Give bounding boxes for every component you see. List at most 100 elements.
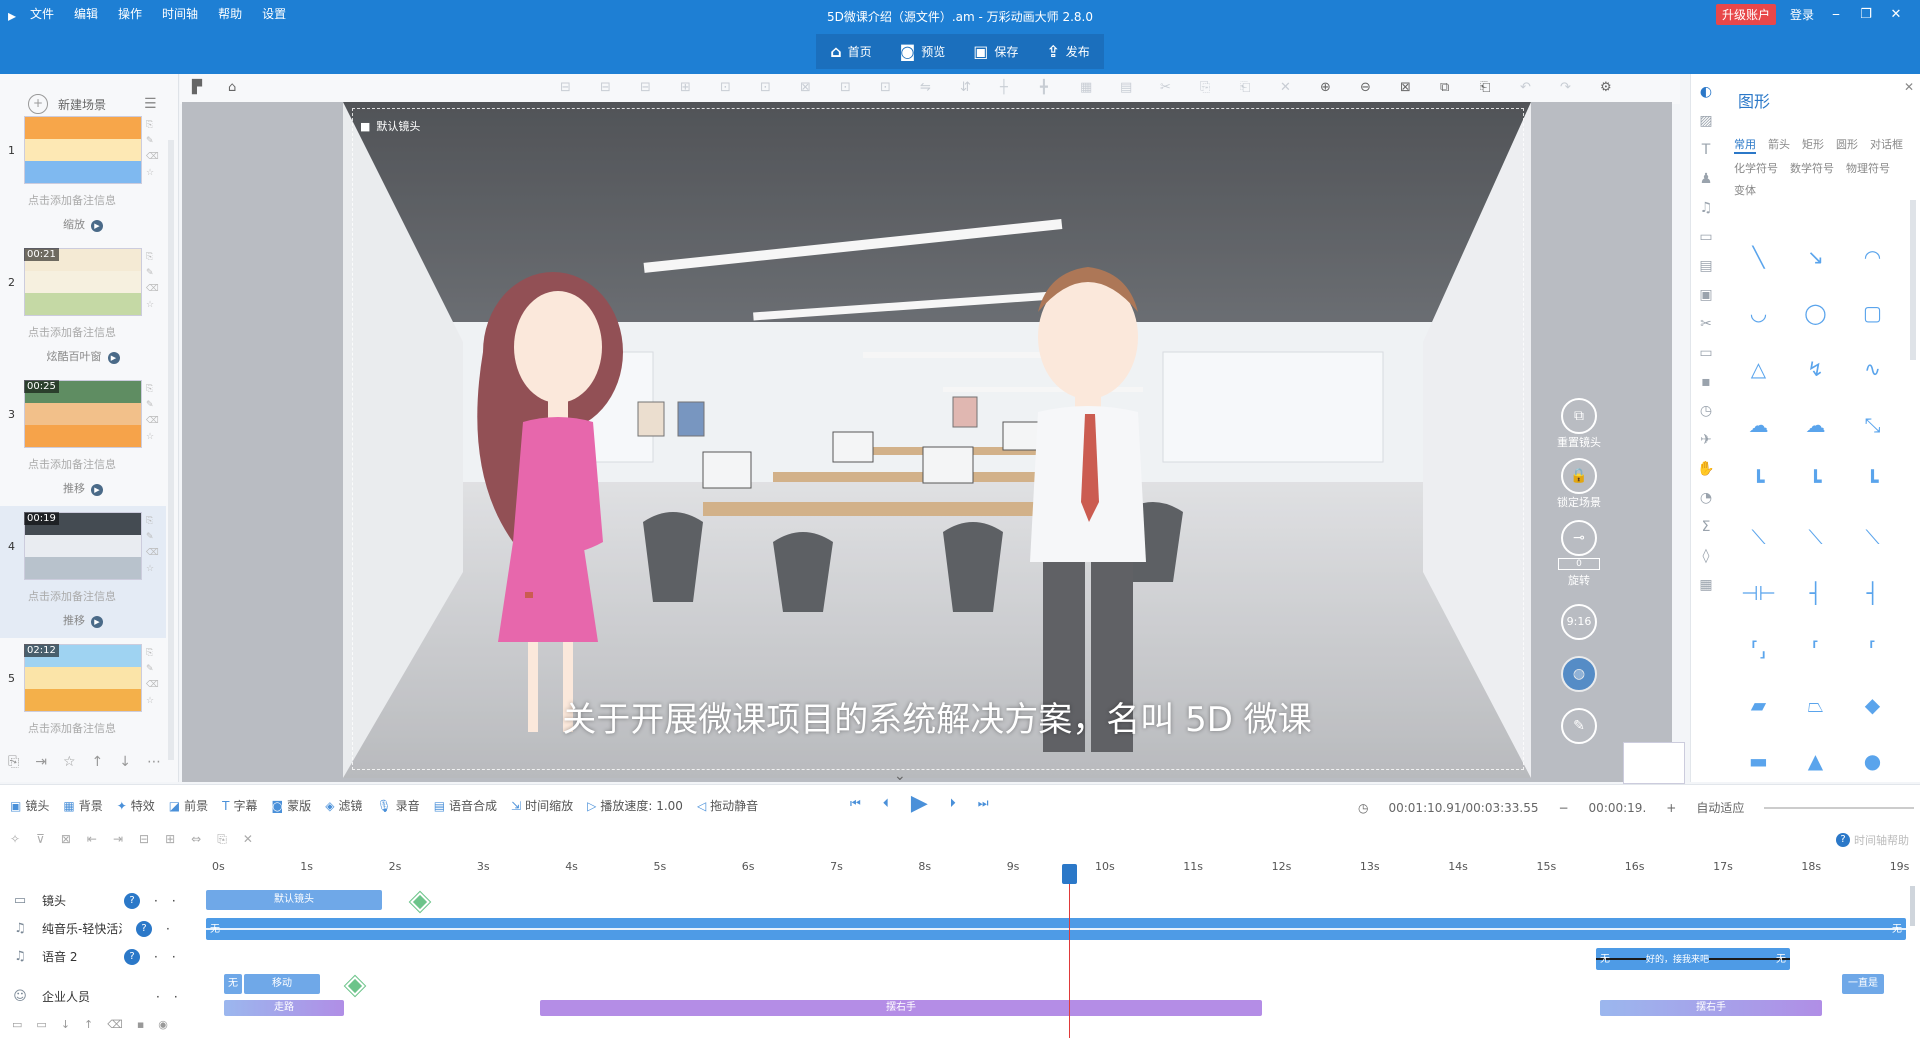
- camera-clip[interactable]: 默认镜头: [206, 890, 382, 910]
- timeline-help[interactable]: ? 时间轴帮助: [1836, 832, 1909, 848]
- login-button[interactable]: 登录: [1790, 6, 1814, 23]
- tool-category-icon[interactable]: ✂: [1700, 316, 1712, 332]
- scene-note[interactable]: 点击添加备注信息: [28, 192, 116, 208]
- edit-icon[interactable]: ✎: [146, 136, 159, 146]
- collapse-timeline-icon[interactable]: ⌄: [894, 768, 906, 784]
- shape-item[interactable]: ⤡: [1844, 408, 1901, 442]
- track-visibility-icon[interactable]: ·: [166, 922, 170, 936]
- move-track-up-icon[interactable]: ↑: [84, 1018, 93, 1031]
- gesture-category-icon[interactable]: ✋: [1697, 461, 1714, 477]
- tab-arrow[interactable]: 箭头: [1768, 136, 1790, 154]
- menu-settings[interactable]: 设置: [262, 5, 286, 22]
- track-visibility-icon[interactable]: ·: [154, 894, 158, 908]
- merge-icon[interactable]: ⊞: [165, 832, 175, 847]
- copy-icon[interactable]: ⎘: [146, 120, 159, 130]
- frame-icon[interactable]: ▛: [192, 80, 202, 95]
- foreground-tool[interactable]: ◪ 前景: [169, 797, 208, 814]
- zoom-out-icon[interactable]: ⊖: [1360, 80, 1371, 95]
- rotate-value[interactable]: 0: [1558, 558, 1600, 570]
- shape-item[interactable]: ▬: [1730, 744, 1787, 778]
- home-view-icon[interactable]: ⌂: [228, 80, 236, 95]
- move-icon[interactable]: ⇔: [191, 832, 201, 847]
- shape-item[interactable]: ⸢⸥: [1730, 632, 1787, 666]
- move-up-icon[interactable]: ↑: [92, 754, 104, 770]
- clock-category-icon[interactable]: ◷: [1700, 403, 1712, 419]
- zoom-minus-icon[interactable]: −: [1558, 801, 1568, 815]
- upgrade-account-button[interactable]: 升级账户: [1715, 4, 1776, 25]
- tab-chemistry[interactable]: 化学符号: [1734, 160, 1778, 176]
- delete-icon[interactable]: ⌫: [146, 416, 159, 426]
- scene-note[interactable]: 点击添加备注信息: [28, 456, 116, 472]
- save-category-icon[interactable]: ▪: [1701, 374, 1711, 390]
- folder-category-icon[interactable]: ▭: [1699, 345, 1712, 361]
- play-transition-icon[interactable]: ▶: [91, 616, 103, 628]
- favorite-scene-icon[interactable]: ☆: [63, 754, 76, 770]
- align-start-icon[interactable]: ⇤: [87, 832, 97, 847]
- scene-transition[interactable]: 缩放 ▶: [0, 216, 166, 232]
- delete-icon[interactable]: ⌫: [146, 680, 159, 690]
- background-tool[interactable]: ▦ 背景: [63, 797, 102, 814]
- plane-category-icon[interactable]: ✈: [1700, 432, 1712, 448]
- ungroup-icon[interactable]: ⊡: [880, 80, 891, 95]
- shape-item[interactable]: ◯: [1787, 296, 1844, 330]
- play-transition-icon[interactable]: ▶: [91, 220, 103, 232]
- star-icon[interactable]: ☆: [146, 168, 159, 178]
- scene-thumbnail[interactable]: [24, 116, 142, 184]
- add-track-icon[interactable]: ▭: [12, 1018, 22, 1031]
- flip-h-icon[interactable]: ⇋: [920, 80, 931, 95]
- lock-element-icon[interactable]: ⊠: [800, 80, 811, 95]
- menu-file[interactable]: 文件: [30, 5, 54, 22]
- star-icon[interactable]: ☆: [146, 300, 159, 310]
- filter-tool[interactable]: ◈ 滤镜: [325, 797, 362, 814]
- mute-tool[interactable]: ◁ 拖动静音: [697, 797, 758, 814]
- tab-math[interactable]: 数学符号: [1790, 160, 1834, 176]
- camera-tool[interactable]: ▣ 镜头: [10, 797, 49, 814]
- play-transition-icon[interactable]: ▶: [91, 484, 103, 496]
- track-lock-icon[interactable]: ·: [172, 894, 176, 908]
- folder-track-icon[interactable]: ▭: [36, 1018, 46, 1031]
- minimize-icon[interactable]: ⎯: [1828, 7, 1844, 22]
- person-wave-clip-2[interactable]: 摆右手: [1600, 1000, 1822, 1016]
- shape-item[interactable]: ◡: [1730, 296, 1787, 330]
- navigator-thumbnail[interactable]: [1623, 742, 1685, 784]
- shape-item[interactable]: ⟍: [1787, 520, 1844, 554]
- shape-item[interactable]: ☁: [1787, 408, 1844, 442]
- scene-panel-scrollbar[interactable]: [168, 140, 174, 760]
- lock-all-icon[interactable]: ▪: [137, 1018, 144, 1031]
- shape-item[interactable]: ┗: [1787, 464, 1844, 498]
- delete-track-icon[interactable]: ✕: [243, 832, 253, 847]
- step-back-icon[interactable]: ⏴: [883, 796, 889, 811]
- shape-item[interactable]: △: [1730, 352, 1787, 386]
- menu-help[interactable]: 帮助: [218, 5, 242, 22]
- shape-category-icon[interactable]: ◐: [1700, 84, 1712, 100]
- tab-physics[interactable]: 物理符号: [1846, 160, 1890, 176]
- speed-tool[interactable]: ▷ 播放速度: 1.00: [587, 797, 683, 814]
- scale-tool[interactable]: ⇲ 时间缩放: [511, 797, 573, 814]
- layer-up-icon[interactable]: ⊡: [720, 80, 731, 95]
- video-category-icon[interactable]: ▣: [1699, 287, 1712, 303]
- copy-icon[interactable]: ⎘: [146, 384, 159, 394]
- step-forward-icon[interactable]: ⏵: [950, 796, 956, 811]
- copy-style-icon[interactable]: ⧉: [1440, 80, 1449, 95]
- menu-edit[interactable]: 编辑: [74, 5, 98, 22]
- person-walk-clip[interactable]: 走路: [224, 1000, 344, 1016]
- record-tool[interactable]: 🎙 录音: [376, 797, 419, 814]
- shape-item[interactable]: ↯: [1787, 352, 1844, 386]
- track-camera[interactable]: ▭ 镜头 ? · ·: [12, 892, 176, 909]
- track-voice[interactable]: ♫ 语音 2 ? · ·: [12, 948, 176, 965]
- help-icon[interactable]: ?: [136, 920, 152, 937]
- delete-icon[interactable]: ⌫: [146, 152, 159, 162]
- copy-scene-icon[interactable]: ⎘: [8, 754, 19, 770]
- shape-item[interactable]: ▢: [1844, 296, 1901, 330]
- track-visibility-icon[interactable]: ·: [154, 950, 158, 964]
- zoom-slider[interactable]: [1764, 806, 1915, 809]
- publish-button[interactable]: ⇪ 发布: [1032, 34, 1103, 69]
- shape-item[interactable]: ┗: [1844, 464, 1901, 498]
- scene-note[interactable]: 点击添加备注信息: [28, 588, 116, 604]
- flip-v-icon[interactable]: ⇵: [960, 80, 971, 95]
- shape-item[interactable]: ◠: [1844, 240, 1901, 274]
- copy-track-icon[interactable]: ⎘: [217, 832, 227, 847]
- drop-category-icon[interactable]: ◊: [1703, 548, 1710, 564]
- paste-style-icon[interactable]: ⎗: [1480, 80, 1490, 95]
- align-center-icon[interactable]: ⊟: [600, 80, 611, 95]
